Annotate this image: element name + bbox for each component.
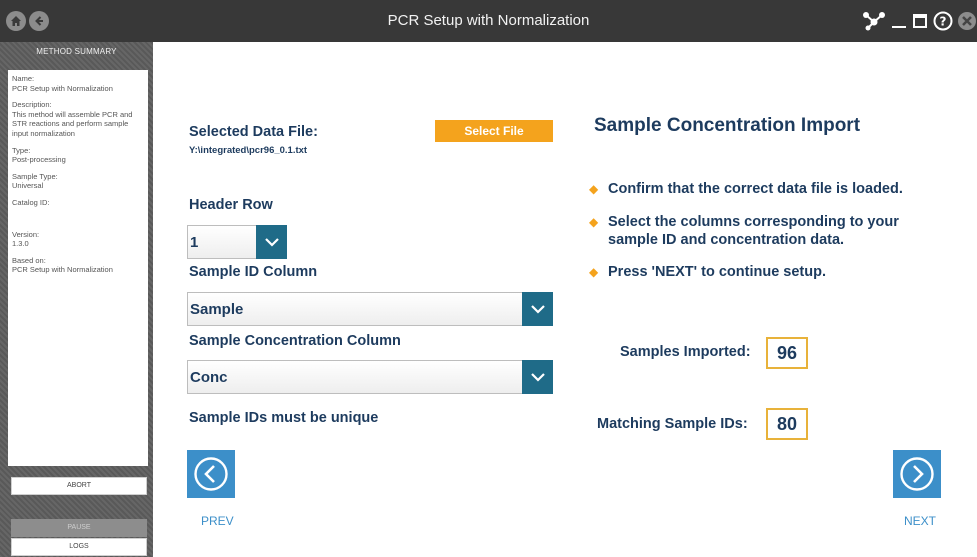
diamond-bullet-icon: ◆ [589, 265, 599, 279]
samples-imported-label: Samples Imported: [620, 344, 751, 360]
pause-button[interactable]: PAUSE [11, 519, 147, 537]
summary-label: Catalog ID: [12, 197, 50, 207]
concentration-column-dropdown[interactable]: Conc [187, 360, 553, 394]
chevron-down-icon [530, 373, 545, 382]
prev-button[interactable] [187, 450, 235, 498]
summary-name: Name: PCR Setup with Normalization [12, 74, 144, 93]
summary-value: This method will assemble PCR and STR re… [12, 109, 133, 138]
next-button[interactable] [893, 450, 941, 498]
instruction-item: ◆ Press 'NEXT' to continue setup. [589, 263, 974, 281]
maximize-icon [913, 14, 927, 28]
chevron-down-icon [264, 238, 279, 247]
concentration-column-value: Conc [190, 368, 228, 386]
concentration-column-label: Sample Concentration Column [189, 333, 401, 349]
instruction-text: Select the columns corresponding to your… [608, 214, 899, 248]
method-sidebar: METHOD SUMMARY Name: PCR Setup with Norm… [0, 42, 153, 557]
maximize-button[interactable] [911, 9, 929, 33]
chevron-down-icon [530, 305, 545, 314]
method-summary-panel: Name: PCR Setup with Normalization Descr… [8, 70, 148, 466]
svg-text:?: ? [940, 15, 947, 29]
samples-imported-value: 96 [766, 337, 808, 369]
chevron-right-icon [900, 457, 934, 491]
matching-ids-label: Matching Sample IDs: [597, 416, 748, 432]
unique-ids-note: Sample IDs must be unique [189, 410, 379, 426]
instruction-text: Press 'NEXT' to continue setup. [608, 264, 826, 280]
instruction-text: Confirm that the correct data file is lo… [608, 181, 903, 197]
selected-file-path: Y:\integrated\pcr96_0.1.txt [189, 145, 308, 156]
summary-based-on: Based on: PCR Setup with Normalization [12, 256, 144, 275]
help-button[interactable]: ? [932, 9, 954, 33]
sidebar-title: METHOD SUMMARY [36, 47, 117, 56]
selected-file-label: Selected Data File: [189, 124, 318, 140]
diamond-bullet-icon: ◆ [589, 182, 599, 196]
next-label[interactable]: NEXT [904, 514, 936, 528]
chevron-left-icon [194, 457, 228, 491]
close-icon [957, 12, 976, 30]
page-title: Sample Concentration Import [594, 115, 861, 136]
network-button[interactable] [861, 9, 887, 33]
summary-label: Description: [12, 100, 52, 110]
summary-label: Based on: [12, 255, 46, 265]
minimize-icon [892, 26, 906, 28]
title-bar: PCR Setup with Normalization ? [0, 0, 977, 42]
header-row-dropdown[interactable]: 1 [187, 225, 287, 259]
summary-value: PCR Setup with Normalization [12, 265, 113, 275]
sample-id-column-dropdown[interactable]: Sample [187, 292, 553, 326]
instruction-item: ◆ Confirm that the correct data file is … [589, 180, 974, 198]
header-row-label: Header Row [189, 197, 273, 213]
summary-label: Type: [12, 145, 31, 155]
main-panel: Selected Data File: Y:\integrated\pcr96_… [153, 42, 977, 557]
elapsed-time-label: Elapsed Time: [13, 434, 64, 443]
summary-value: Post-processing [12, 155, 66, 165]
summary-description: Description: This method will assemble P… [12, 100, 144, 138]
prev-label[interactable]: PREV [201, 514, 234, 528]
help-icon: ? [933, 11, 953, 31]
summary-label: Sample Type: [12, 171, 58, 181]
summary-value: Universal [12, 181, 44, 191]
matching-ids-value: 80 [766, 408, 808, 440]
logs-button[interactable]: LOGS [11, 538, 147, 556]
sample-id-dropdown-toggle[interactable] [522, 292, 553, 326]
concentration-dropdown-toggle[interactable] [522, 360, 553, 394]
summary-catalog-id: Catalog ID: [12, 198, 144, 208]
select-file-button[interactable]: Select File [435, 120, 553, 142]
summary-version: Version: 1.3.0 [12, 230, 144, 249]
minimize-button[interactable] [890, 9, 908, 33]
summary-label: Name: [12, 74, 35, 83]
close-button[interactable] [956, 9, 977, 33]
instruction-item: ◆ Select the columns corresponding to yo… [589, 213, 974, 251]
summary-value: PCR Setup with Normalization [12, 83, 113, 93]
summary-label: Version: [12, 229, 40, 239]
summary-type: Type: Post-processing [12, 146, 144, 165]
sample-id-column-value: Sample [190, 300, 244, 318]
sample-id-column-label: Sample ID Column [189, 264, 318, 280]
network-icon [863, 12, 885, 31]
diamond-bullet-icon: ◆ [589, 215, 599, 229]
summary-value: 1.3.0 [12, 239, 29, 249]
abort-button[interactable]: ABORT [11, 477, 147, 495]
header-row-dropdown-toggle[interactable] [256, 225, 287, 259]
window-title: PCR Setup with Normalization [387, 12, 590, 29]
header-row-value: 1 [190, 233, 199, 251]
summary-sample-type: Sample Type: Universal [12, 172, 144, 191]
elapsed-time-value: 00:00:01 [89, 433, 126, 444]
